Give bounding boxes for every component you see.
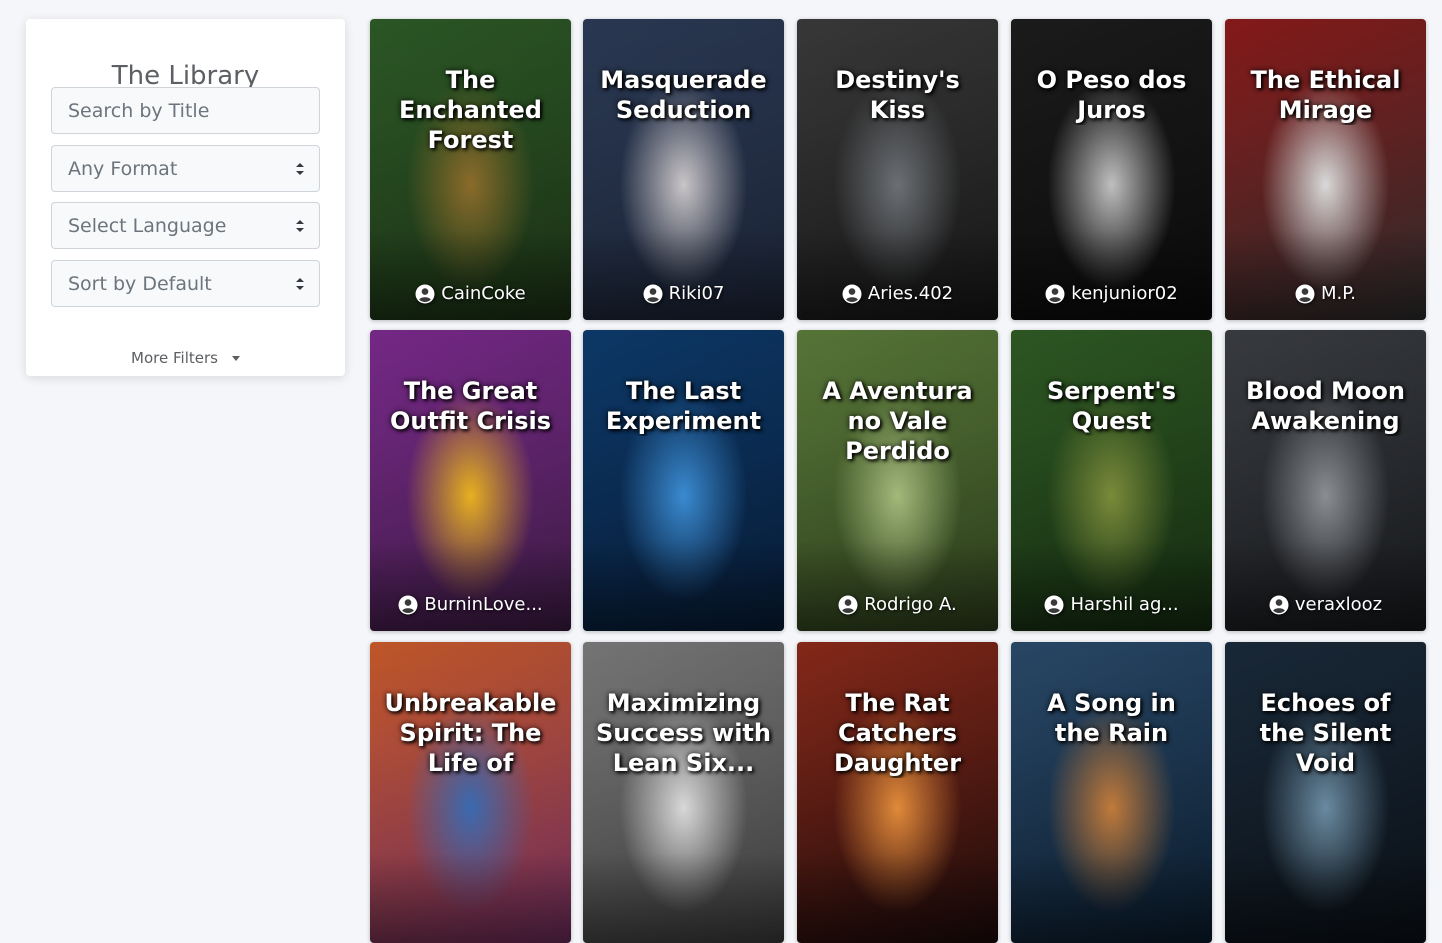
book-title: Serpent's Quest	[1046, 377, 1177, 435]
user-circle-icon	[1045, 284, 1065, 303]
book-author: veraxlooz	[1233, 594, 1418, 615]
book-author-name: veraxlooz	[1294, 594, 1383, 615]
book-author: BurninLove...	[378, 594, 563, 615]
book-card[interactable]: Destiny's Kiss Aries.402	[797, 19, 998, 320]
book-author: Riki07	[591, 283, 776, 304]
book-card[interactable]: The Last Experiment	[583, 330, 784, 631]
book-grid: The Enchanted Forest CainCoke Masquerade S…	[0, 0, 1442, 943]
user-circle-icon	[1295, 284, 1315, 303]
book-card[interactable]: Echoes of the Silent Void	[1225, 642, 1426, 943]
book-card[interactable]: Masquerade Seduction Riki07	[583, 19, 784, 320]
book-author-name: CainCoke	[441, 283, 526, 304]
book-card[interactable]: Blood Moon Awakening veraxlooz	[1225, 330, 1426, 631]
book-author-name: Harshil ag...	[1070, 594, 1179, 615]
book-title: The Great Outfit Crisis	[389, 377, 552, 435]
book-title: Masquerade Seduction	[600, 66, 767, 124]
book-author-name: Aries.402	[867, 283, 954, 304]
book-title: Blood Moon Awakening	[1246, 377, 1405, 435]
book-author: Aries.402	[805, 283, 990, 304]
book-card[interactable]: Maximizing Success with Lean Six...	[583, 642, 784, 943]
user-circle-icon	[1269, 595, 1289, 614]
book-author-name: Rodrigo A.	[864, 594, 957, 615]
book-card[interactable]: The Rat Catchers Daughter	[797, 642, 998, 943]
book-author-name: BurninLove...	[424, 594, 543, 615]
book-card[interactable]: A Aventura no Vale Perdido Rodrigo A.	[797, 330, 998, 631]
book-card[interactable]: A Song in the Rain	[1011, 642, 1212, 943]
book-title: The Ethical Mirage	[1250, 66, 1401, 124]
book-title: Unbreakable Spirit: The Life of Maya...	[384, 689, 557, 777]
book-card[interactable]: The Great Outfit Crisis BurninLove...	[370, 330, 571, 631]
book-title: Destiny's Kiss	[835, 66, 960, 124]
book-title: The Rat Catchers Daughter	[833, 689, 962, 777]
book-author: M.P.	[1233, 283, 1418, 304]
book-title: A Song in the Rain	[1047, 689, 1176, 747]
book-author: Harshil ag...	[1019, 594, 1204, 615]
book-author: CainCoke	[378, 283, 563, 304]
book-author: kenjunior02	[1019, 283, 1204, 304]
book-author-name: M.P.	[1320, 283, 1357, 304]
book-card[interactable]: The Ethical Mirage M.P.	[1225, 19, 1426, 320]
book-card[interactable]: Unbreakable Spirit: The Life of Maya...	[370, 642, 571, 943]
book-title: Maximizing Success with Lean Six...	[596, 689, 771, 777]
user-circle-icon	[838, 595, 858, 614]
book-title: O Peso dos Juros	[1036, 66, 1187, 124]
user-circle-icon	[1044, 595, 1064, 614]
book-title: A Aventura no Vale Perdido	[822, 377, 973, 465]
book-title: The Enchanted Forest	[398, 66, 542, 154]
user-circle-icon	[643, 284, 663, 303]
book-card[interactable]: O Peso dos Juros kenjunior02	[1011, 19, 1212, 320]
book-title: The Last Experiment	[605, 377, 762, 435]
book-author-name: kenjunior02	[1071, 283, 1178, 304]
book-title: Echoes of the Silent Void	[1259, 689, 1392, 777]
book-card[interactable]: Serpent's Quest Harshil ag...	[1011, 330, 1212, 631]
book-author-name: Riki07	[668, 283, 725, 304]
book-author: Rodrigo A.	[805, 594, 990, 615]
book-card[interactable]: The Enchanted Forest CainCoke	[370, 19, 571, 320]
user-circle-icon	[842, 284, 862, 303]
user-circle-icon	[398, 595, 418, 614]
user-circle-icon	[415, 284, 435, 303]
